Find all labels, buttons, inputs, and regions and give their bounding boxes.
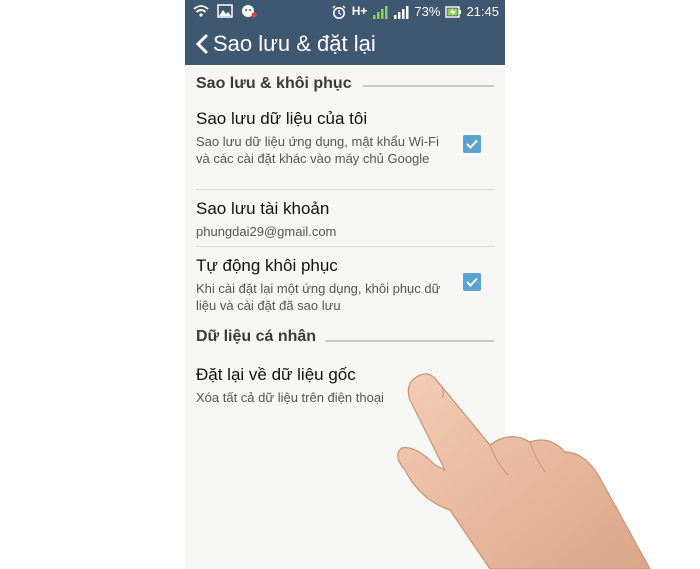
auto-restore-checkbox[interactable] [463, 273, 481, 291]
clock-time: 21:45 [466, 4, 499, 19]
back-chevron-icon[interactable] [195, 34, 209, 54]
alarm-icon [332, 5, 346, 19]
check-icon [466, 277, 478, 287]
battery-percent: 73% [414, 4, 441, 19]
section-divider [363, 85, 494, 87]
signal-icon-1 [373, 5, 388, 19]
section-divider [325, 340, 494, 342]
backup-data-checkbox[interactable] [463, 135, 481, 153]
messenger-icon [242, 5, 257, 18]
item-title: Sao lưu dữ liệu của tôi [196, 109, 368, 128]
pointing-hand-icon [397, 373, 651, 569]
list-item-backup-account[interactable]: Sao lưu tài khoản phungdai29@gmail.com [196, 198, 494, 240]
item-subtitle: phungdai29@gmail.com [196, 224, 337, 239]
item-subtitle: Sao lưu dữ liệu ứng dụng, mật khẩu Wi-Fi… [196, 134, 439, 166]
divider [196, 189, 494, 190]
section-header-backup: Sao lưu & khôi phục [196, 75, 352, 92]
page-title[interactable]: Sao lưu & đặt lại [213, 32, 376, 56]
item-title: Tự động khôi phục [196, 256, 338, 275]
image-icon [217, 4, 233, 18]
battery-charging-icon [445, 5, 462, 18]
section-header-personal-data: Dữ liệu cá nhân [196, 328, 317, 345]
network-type-label: H+ [351, 4, 368, 18]
signal-icon-2 [394, 5, 409, 19]
status-bar: H+ 73% 21:45 [185, 0, 505, 24]
list-item-auto-restore[interactable]: Tự động khôi phục Khi cài đặt lại một ứn… [196, 255, 494, 314]
list-item-backup-data[interactable]: Sao lưu dữ liệu của tôi Sao lưu dữ liệu … [196, 108, 494, 167]
app-bar: Sao lưu & đặt lại [185, 24, 505, 65]
item-title: Sao lưu tài khoản [196, 199, 330, 218]
divider [196, 246, 494, 247]
check-icon [466, 139, 478, 149]
wifi-icon [193, 5, 209, 17]
item-subtitle: Khi cài đặt lại một ứng dụng, khôi phục … [196, 281, 441, 313]
